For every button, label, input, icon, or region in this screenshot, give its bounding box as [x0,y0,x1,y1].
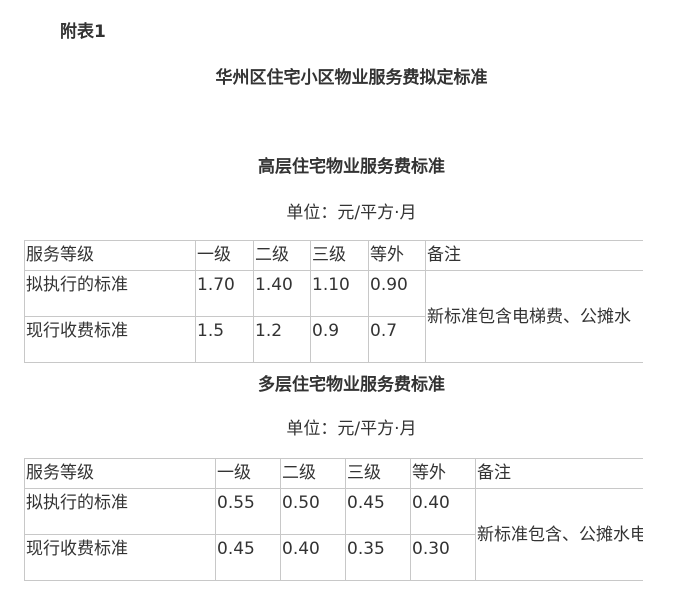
row-label-current: 现行收费标准 [24,316,196,363]
cell-value: 0.90 [368,270,426,317]
highrise-unit-label: 单位：元/平方·月 [286,203,417,223]
cell-value: 1.5 [195,316,254,363]
header-unrated: 等外 [410,458,476,489]
cell-value: 0.45 [215,534,281,581]
multistory-fee-table-container: 服务等级 一级 二级 三级 等外 备注 拟执行的标准 0.55 0.50 0.4… [24,458,643,581]
multistory-fee-table: 服务等级 一级 二级 三级 等外 备注 拟执行的标准 0.55 0.50 0.4… [24,458,643,581]
row-label-proposed: 拟执行的标准 [24,270,196,317]
cell-value: 0.7 [368,316,426,363]
highrise-fee-table: 服务等级 一级 二级 三级 等外 备注 拟执行的标准 1.70 1.40 1.1… [24,240,643,363]
highrise-fee-table-container: 服务等级 一级 二级 三级 等外 备注 拟执行的标准 1.70 1.40 1.1… [24,240,643,363]
cell-value: 0.9 [310,316,369,363]
header-level-3: 三级 [345,458,411,489]
row-label-current: 现行收费标准 [24,534,216,581]
header-remarks: 备注 [475,458,643,489]
header-level-2: 二级 [253,240,311,271]
table-header-row: 服务等级 一级 二级 三级 等外 备注 [24,458,643,489]
cell-value: 0.30 [410,534,476,581]
appendix-label: 附表1 [60,22,106,42]
header-level-3: 三级 [310,240,369,271]
multistory-section-title: 多层住宅物业服务费标准 [258,375,445,395]
remarks-note: 新标准包含电梯费、公摊水 [425,270,643,363]
cell-value: 0.35 [345,534,411,581]
cell-value: 0.55 [215,488,281,535]
cell-value: 0.45 [345,488,411,535]
cell-value: 0.40 [280,534,346,581]
table-row: 拟执行的标准 1.70 1.40 1.10 0.90 新标准包含电梯费、公摊水 [24,270,643,363]
main-title: 华州区住宅小区物业服务费拟定标准 [215,68,488,88]
cell-value: 0.50 [280,488,346,535]
cell-value: 1.70 [195,270,254,317]
header-service-level: 服务等级 [24,240,196,271]
table-header-row: 服务等级 一级 二级 三级 等外 备注 [24,240,643,271]
row-label-proposed: 拟执行的标准 [24,488,216,535]
cell-value: 1.10 [310,270,369,317]
header-level-1: 一级 [215,458,281,489]
cell-value: 0.40 [410,488,476,535]
header-level-2: 二级 [280,458,346,489]
header-remarks: 备注 [425,240,643,271]
header-level-1: 一级 [195,240,254,271]
header-unrated: 等外 [368,240,426,271]
remarks-note: 新标准包含、公摊水电 [475,488,643,581]
table-row: 拟执行的标准 0.55 0.50 0.45 0.40 新标准包含、公摊水电 [24,488,643,581]
highrise-section-title: 高层住宅物业服务费标准 [258,157,445,177]
multistory-unit-label: 单位：元/平方·月 [286,419,417,439]
cell-value: 1.40 [253,270,311,317]
header-service-level: 服务等级 [24,458,216,489]
cell-value: 1.2 [253,316,311,363]
